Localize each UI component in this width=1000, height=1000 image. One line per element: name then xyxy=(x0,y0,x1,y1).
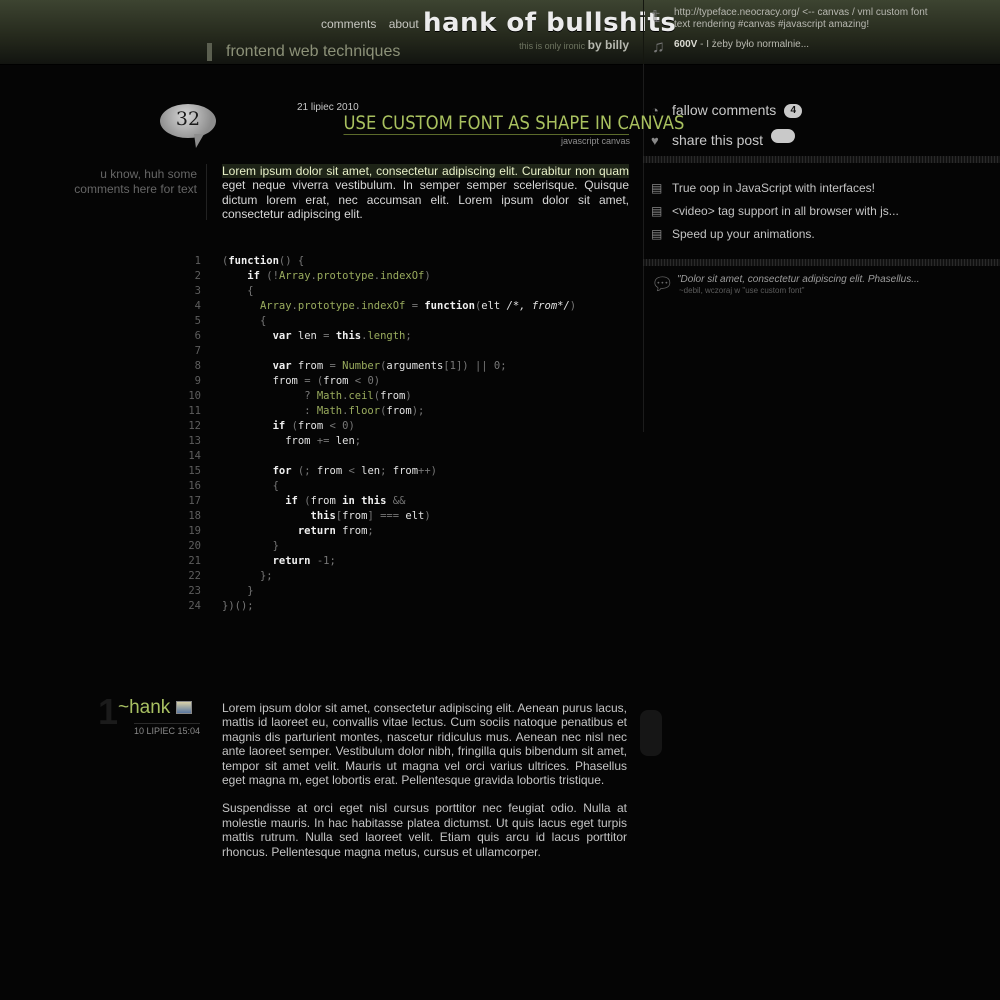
sidebar-separator xyxy=(643,259,1000,266)
line-number: 14 xyxy=(188,450,201,462)
comment-decoration xyxy=(640,710,662,756)
line-number: 6 xyxy=(194,330,201,342)
code-text: if (!Array.prototype.indexOf) xyxy=(247,270,431,282)
main-nav: comments about xyxy=(321,17,428,31)
latest-comment[interactable]: 💬︎ "Dolor sit amet, consectetur adipisci… xyxy=(651,274,951,296)
comment-author-name: ~hank xyxy=(118,697,171,718)
code-text: return from; xyxy=(297,525,374,537)
comment-count-bubble[interactable]: 32 xyxy=(160,104,216,138)
post-tags[interactable]: javascript canvas xyxy=(561,136,630,146)
follow-count-badge: 4 xyxy=(784,104,803,118)
intro-text: eget neque viverra vestibulum. In semper… xyxy=(222,178,629,222)
document-icon: ▤ xyxy=(651,181,663,195)
post-intro: Lorem ipsum dolor sit amet, consectetur … xyxy=(222,164,629,222)
recent-post-item[interactable]: ▤ Speed up your animations. xyxy=(651,226,899,249)
code-text: for (; from < len; from++) xyxy=(272,465,437,477)
heart-icon: ♥ xyxy=(651,133,659,148)
speech-bubble-icon: 💬︎ xyxy=(651,274,674,294)
comment-date: 10 LIPIEC 15:04 xyxy=(133,723,200,736)
line-number: 19 xyxy=(188,525,201,537)
code-text: if (from in this && xyxy=(285,495,406,507)
share-count-badge xyxy=(771,129,796,143)
line-number: 17 xyxy=(188,495,201,507)
line-number: 10 xyxy=(188,390,201,402)
line-number: 15 xyxy=(188,465,201,477)
code-text: { xyxy=(247,285,254,297)
tweet-text[interactable]: http://typeface.neocracy.org/ <-- canvas… xyxy=(674,7,932,31)
code-text: ? Math.ceil(from) xyxy=(304,390,412,402)
line-number: 13 xyxy=(188,435,201,447)
intro-highlight: Lorem ipsum dolor sit amet, consectetur … xyxy=(222,164,629,178)
side-note: u know, huh some comments here for text xyxy=(74,167,197,196)
site-subtitle: frontend web techniques xyxy=(207,43,400,61)
latest-comment-meta: ~debil, wczoraj w "use custom font" xyxy=(679,286,805,295)
code-text: }; xyxy=(259,570,273,582)
nav-about-link[interactable]: about xyxy=(389,17,419,31)
twitter-icon: 𝕥 xyxy=(652,7,660,26)
tagline-by: by billy xyxy=(587,38,629,52)
latest-comment-quote: "Dolor sit amet, consectetur adipiscing … xyxy=(677,274,920,285)
recent-post-item[interactable]: ▤ True oop in JavaScript with interfaces! xyxy=(651,180,899,203)
line-number: 4 xyxy=(194,300,201,312)
site-header: comments about hank of bullshits this is… xyxy=(0,0,1000,65)
tagline-small: this is only ironic xyxy=(519,41,586,51)
share-post-label: share this post xyxy=(672,132,764,148)
side-note-divider xyxy=(206,164,207,220)
code-text: })(); xyxy=(222,600,254,612)
code-text: Array.prototype.indexOf = function(elt /… xyxy=(259,300,577,312)
line-number: 1 xyxy=(194,255,201,267)
code-text: from += len; xyxy=(222,435,362,447)
line-number: 12 xyxy=(188,420,201,432)
line-number: 22 xyxy=(188,570,201,582)
line-number: 7 xyxy=(194,345,201,357)
author-avatar-icon xyxy=(176,701,193,715)
latest-tweet: 𝕥 http://typeface.neocracy.org/ <-- canv… xyxy=(652,7,932,31)
line-number: 16 xyxy=(188,480,201,492)
site-title[interactable]: hank of bullshits xyxy=(423,8,676,38)
code-text: { xyxy=(272,480,279,492)
line-number: 23 xyxy=(188,585,201,597)
code-text: return -1; xyxy=(272,555,336,567)
document-icon: ▤ xyxy=(651,227,663,241)
now-playing: ♫ 600V - I żeby było normalnie... xyxy=(652,37,810,56)
code-text: from = (from < 0) xyxy=(222,375,381,387)
sidebar-separator xyxy=(643,156,1000,163)
code-text: this[from] === elt) xyxy=(310,510,431,522)
line-number: 11 xyxy=(188,405,201,417)
code-text: : Math.floor(from); xyxy=(304,405,425,417)
document-icon: ▤ xyxy=(651,204,663,218)
code-text: var from = Number(arguments[1]) || 0; xyxy=(272,360,507,372)
code-text: { xyxy=(259,315,267,327)
line-number: 20 xyxy=(188,540,201,552)
header-divider xyxy=(643,0,644,64)
recent-post-item[interactable]: ▤ <video> tag support in all browser with… xyxy=(651,203,899,226)
code-text: } xyxy=(272,540,279,552)
nav-comments-link[interactable]: comments xyxy=(321,17,376,31)
line-number: 8 xyxy=(194,360,201,372)
follow-comments-label: fallow comments xyxy=(672,102,777,118)
comment-number: 1 xyxy=(98,691,119,732)
line-number: 24 xyxy=(188,600,201,612)
code-text: if (from < 0) xyxy=(272,420,355,432)
line-number: 18 xyxy=(188,510,201,522)
comment-author[interactable]: ~hank xyxy=(118,697,193,719)
line-number: 21 xyxy=(188,555,201,567)
post-title[interactable]: USE CUSTOM FONT AS SHAPE IN CANVAS xyxy=(343,113,684,135)
code-text: (function() { xyxy=(222,255,305,267)
line-number: 2 xyxy=(194,270,201,282)
line-number: 3 xyxy=(194,285,201,297)
site-tagline: this is only ironic by billy xyxy=(519,38,629,52)
line-number: 9 xyxy=(194,375,201,387)
recent-posts-list: ▤ True oop in JavaScript with interfaces!… xyxy=(651,180,899,249)
line-number: 5 xyxy=(194,315,201,327)
code-text: var len = this.length; xyxy=(272,330,412,342)
comment-paragraph: Lorem ipsum dolor sit amet, consectetur … xyxy=(222,701,627,788)
comment-body: Lorem ipsum dolor sit amet, consectetur … xyxy=(222,701,627,873)
comment-paragraph: Suspendisse at orci eget nisl cursus por… xyxy=(222,801,627,859)
now-playing-title: - I żeby było normalnie... xyxy=(697,39,810,50)
music-note-icon: ♫ xyxy=(652,37,665,56)
code-text: } xyxy=(247,585,254,597)
now-playing-artist: 600V xyxy=(674,39,698,50)
